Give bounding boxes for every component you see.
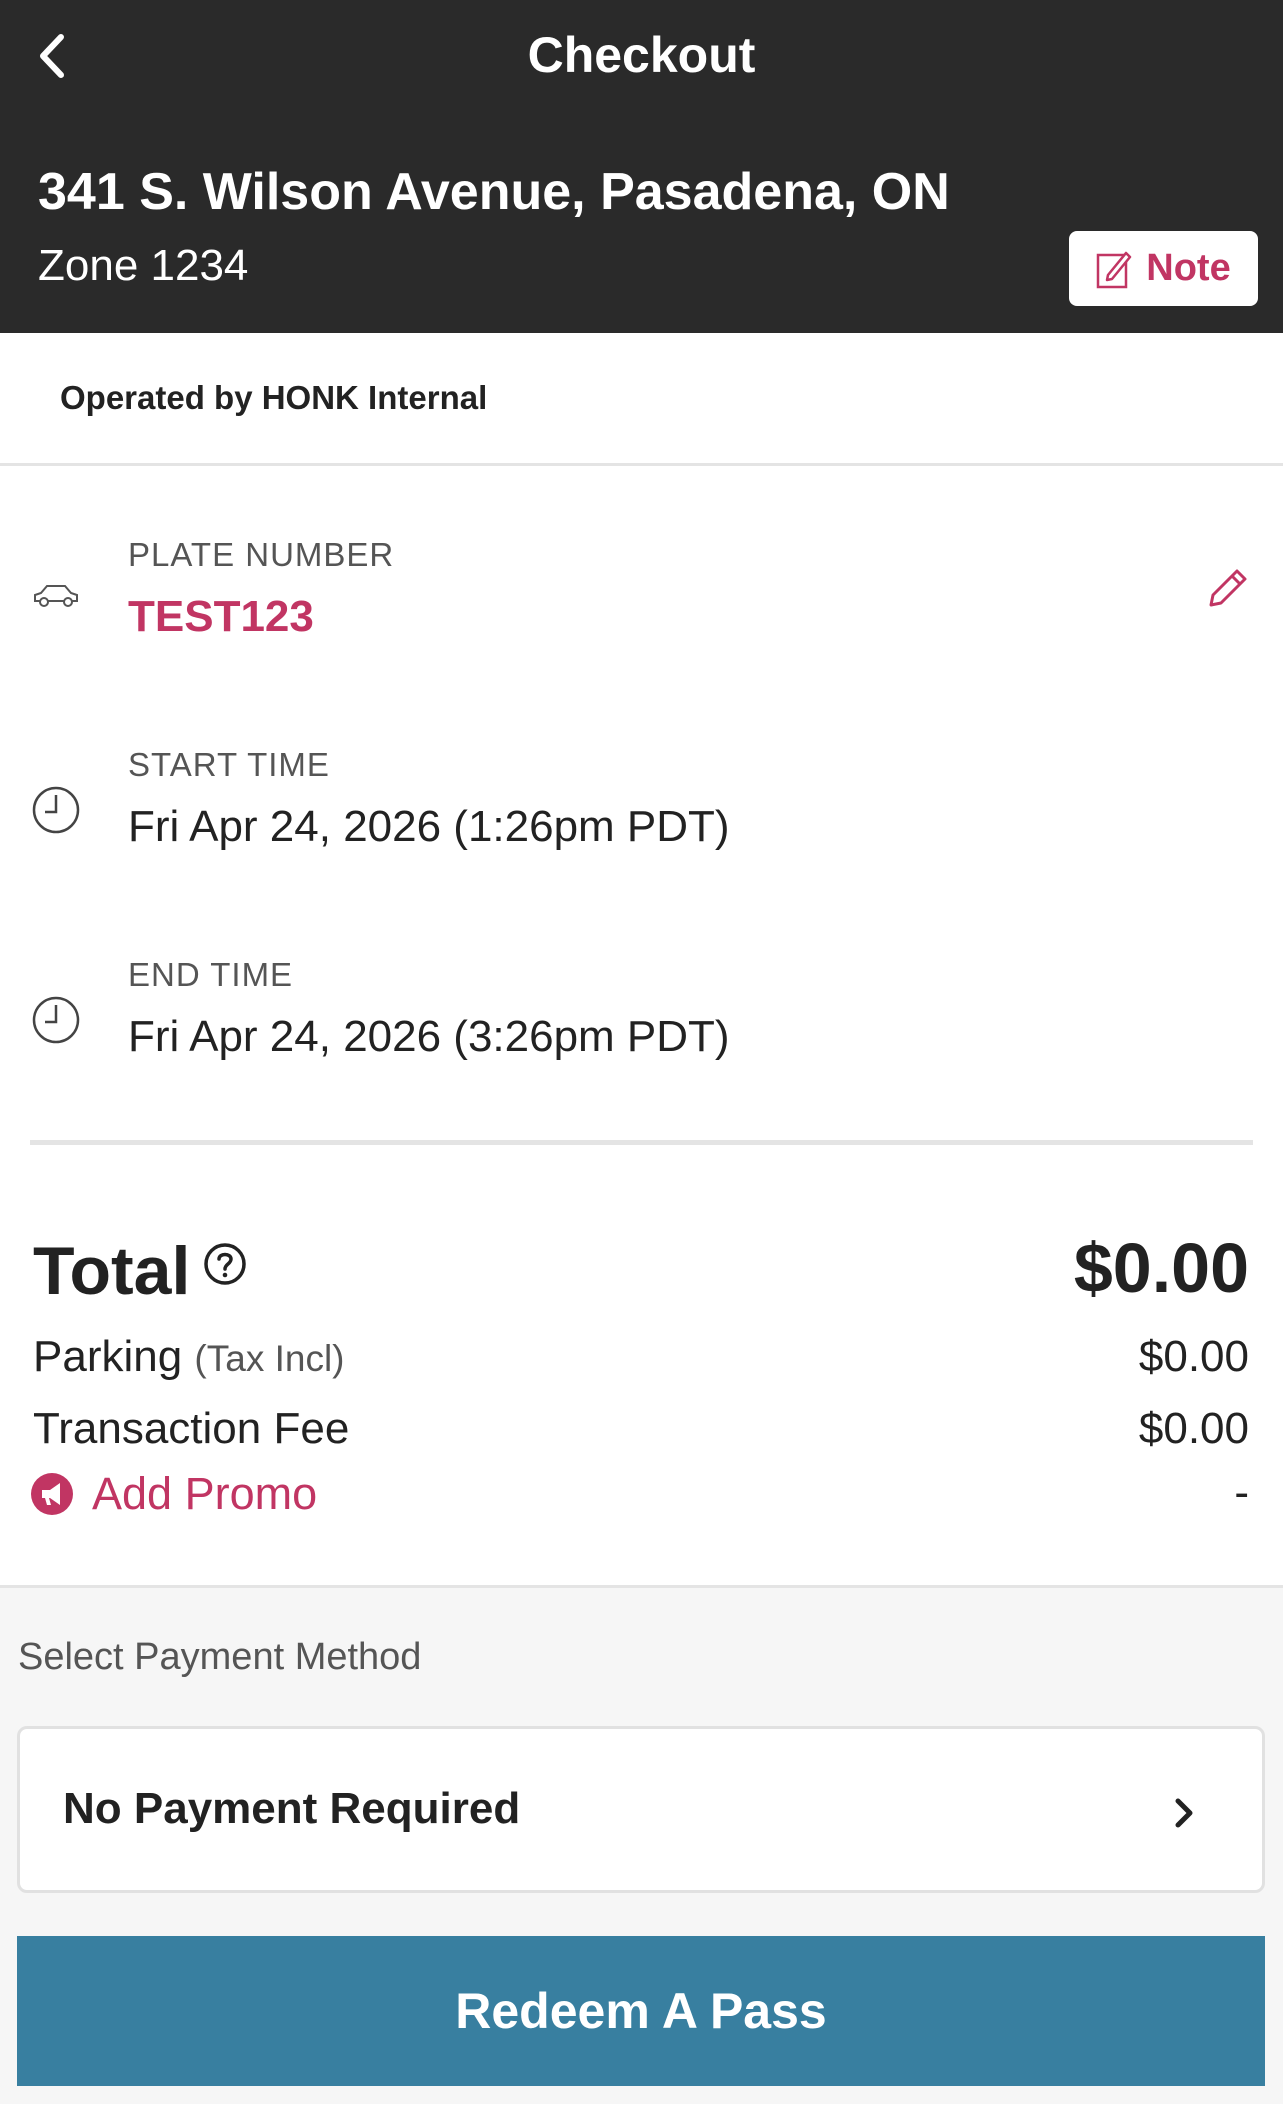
transaction-fee-label: Transaction Fee bbox=[33, 1404, 350, 1453]
total-label: Total bbox=[33, 1233, 191, 1309]
operator-text: Operated by HONK Internal bbox=[60, 379, 488, 416]
promo-value: - bbox=[1234, 1468, 1249, 1517]
note-button[interactable]: Note bbox=[1069, 231, 1258, 306]
parking-line: Parking (Tax Incl) bbox=[33, 1332, 345, 1382]
location-address: 341 S. Wilson Avenue, Pasadena, ON bbox=[38, 163, 950, 221]
start-time-value: Fri Apr 24, 2026 (1:26pm PDT) bbox=[128, 802, 730, 851]
section-divider bbox=[30, 1140, 1253, 1145]
payment-heading: Select Payment Method bbox=[18, 1636, 422, 1678]
edit-plate-button[interactable] bbox=[1200, 560, 1256, 616]
redeem-pass-button[interactable]: Redeem A Pass bbox=[17, 1936, 1265, 2086]
start-time-row: START TIME Fri Apr 24, 2026 (1:26pm PDT) bbox=[0, 746, 1283, 906]
help-icon[interactable] bbox=[202, 1241, 248, 1287]
page-title: Checkout bbox=[527, 27, 756, 83]
chevron-right-icon bbox=[1175, 1798, 1193, 1828]
transaction-fee-value: $0.00 bbox=[1138, 1404, 1249, 1453]
totals-section: Total $0.00 Parking (Tax Incl) $0.00 Tra… bbox=[0, 1146, 1283, 1588]
clock-icon bbox=[30, 994, 82, 1046]
payment-section: Select Payment Method No Payment Require… bbox=[0, 1588, 1283, 2104]
edit-note-icon bbox=[1097, 251, 1132, 288]
plate-value: TEST123 bbox=[128, 592, 314, 641]
parking-value: $0.00 bbox=[1138, 1332, 1249, 1381]
plate-row: PLATE NUMBER TEST123 bbox=[0, 536, 1283, 696]
parking-label: Parking bbox=[33, 1332, 183, 1381]
car-icon bbox=[30, 570, 82, 622]
payment-method-label: No Payment Required bbox=[63, 1784, 521, 1833]
total-value: $0.00 bbox=[1073, 1229, 1249, 1307]
add-promo-button[interactable]: Add Promo bbox=[30, 1468, 317, 1520]
megaphone-icon bbox=[31, 1473, 73, 1515]
plate-label: PLATE NUMBER bbox=[128, 536, 395, 573]
payment-method-selector[interactable]: No Payment Required bbox=[17, 1726, 1265, 1893]
tax-note: (Tax Incl) bbox=[194, 1338, 345, 1379]
zone-label: Zone 1234 bbox=[38, 241, 249, 290]
parking-details: PLATE NUMBER TEST123 START TIME Fri Apr … bbox=[0, 466, 1283, 1146]
note-label: Note bbox=[1146, 247, 1231, 289]
checkout-header: Checkout 341 S. Wilson Avenue, Pasadena,… bbox=[0, 0, 1283, 333]
end-time-row: END TIME Fri Apr 24, 2026 (3:26pm PDT) bbox=[0, 956, 1283, 1116]
operator-bar: Operated by HONK Internal bbox=[0, 333, 1283, 466]
end-time-label: END TIME bbox=[128, 956, 294, 993]
end-time-value: Fri Apr 24, 2026 (3:26pm PDT) bbox=[128, 1012, 730, 1061]
pencil-icon bbox=[1209, 569, 1247, 607]
start-time-label: START TIME bbox=[128, 746, 330, 783]
clock-icon bbox=[30, 784, 82, 836]
add-promo-label: Add Promo bbox=[92, 1468, 318, 1519]
